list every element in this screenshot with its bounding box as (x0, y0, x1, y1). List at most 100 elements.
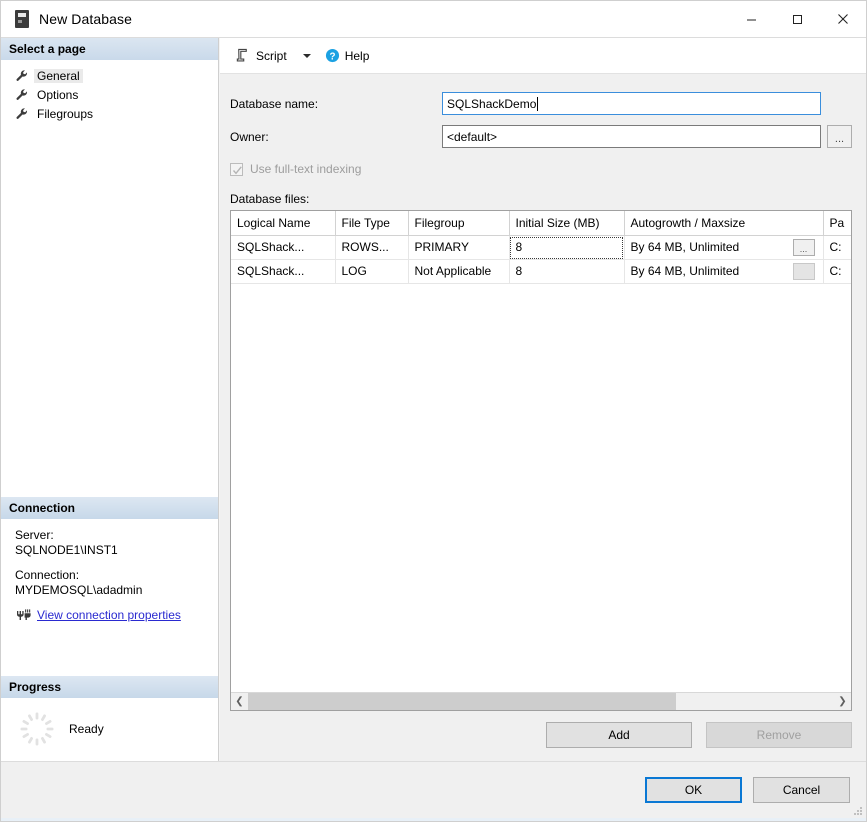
owner-input[interactable]: <default> (442, 125, 821, 148)
new-database-dialog: New Database Select a page (0, 0, 867, 822)
ok-button[interactable]: OK (645, 777, 742, 803)
help-question-icon: ? (325, 48, 340, 63)
connection-label: Connection: (15, 568, 208, 583)
maximize-icon[interactable] (774, 1, 820, 37)
column-path[interactable]: Pa (823, 211, 852, 236)
cell-initial-size[interactable]: 8 (509, 260, 624, 284)
title-bar: New Database (1, 1, 866, 37)
owner-value: <default> (447, 130, 497, 144)
chevron-down-icon (303, 54, 311, 58)
script-icon (235, 48, 250, 63)
add-button[interactable]: Add (546, 722, 692, 748)
sidebar-gap (1, 632, 218, 676)
table-row[interactable]: SQLShack... ROWS... PRIMARY 8 By 64 MB, … (231, 236, 852, 260)
sidebar-item-general[interactable]: General (1, 66, 218, 85)
server-label: Server: (15, 528, 208, 543)
sidebar-item-options[interactable]: Options (1, 85, 218, 104)
close-icon[interactable] (820, 1, 866, 37)
files-table: Logical Name File Type Filegroup Initial… (231, 211, 852, 284)
help-button[interactable]: ? Help (320, 44, 375, 68)
grid-horizontal-scrollbar[interactable]: ❮ ❯ (231, 692, 851, 710)
resize-grip-icon[interactable] (853, 805, 863, 815)
autogrowth-browse-button[interactable]: ... (793, 239, 815, 256)
sidebar-item-label: Options (34, 88, 81, 102)
column-file-type[interactable]: File Type (335, 211, 408, 236)
connection-header: Connection (1, 497, 218, 520)
help-label: Help (345, 49, 370, 63)
table-row[interactable]: SQLShack... LOG Not Applicable 8 By 64 M… (231, 260, 852, 284)
connection-info: Connection: MYDEMOSQL\adadmin (15, 568, 208, 598)
progress-header: Progress (1, 676, 218, 699)
general-page-content: Database name: SQLShackDemo Owner: <defa… (220, 74, 866, 761)
database-name-row: Database name: SQLShackDemo (230, 92, 852, 115)
progress-body: Ready (1, 699, 218, 761)
sidebar-item-label: Filegroups (34, 107, 96, 121)
remove-button: Remove (706, 722, 852, 748)
script-button[interactable]: Script (230, 44, 292, 68)
main-panel: Script ? Help Database (219, 38, 866, 761)
chevron-left-icon[interactable]: ❮ (231, 693, 248, 710)
toolbar: Script ? Help (220, 38, 866, 74)
database-server-icon (15, 10, 29, 28)
cell-path[interactable]: C: (823, 236, 852, 260)
svg-text:?: ? (329, 51, 335, 62)
cell-initial-size[interactable]: 8 (509, 236, 624, 260)
fulltext-checkbox (230, 163, 243, 176)
owner-label: Owner: (230, 130, 442, 144)
cell-file-type[interactable]: ROWS... (335, 236, 408, 260)
view-connection-properties-row[interactable]: View connection properties (15, 608, 208, 622)
window-title: New Database (39, 11, 132, 27)
sidebar-item-filegroups[interactable]: Filegroups (1, 104, 218, 123)
view-connection-properties-link[interactable]: View connection properties (37, 608, 181, 622)
cell-logical-name[interactable]: SQLShack... (231, 236, 335, 260)
scrollbar-track[interactable] (248, 693, 834, 710)
table-header-row: Logical Name File Type Filegroup Initial… (231, 211, 852, 236)
wrench-icon (15, 69, 29, 83)
column-logical-name[interactable]: Logical Name (231, 211, 335, 236)
cell-autogrowth[interactable]: By 64 MB, Unlimited ... (624, 236, 823, 260)
chevron-right-icon[interactable]: ❯ (834, 693, 851, 710)
column-initial-size[interactable]: Initial Size (MB) (509, 211, 624, 236)
fulltext-indexing-row: Use full-text indexing (230, 162, 852, 176)
wrench-icon (15, 88, 29, 102)
dialog-body: Select a page General (1, 37, 866, 761)
cell-filegroup[interactable]: Not Applicable (408, 260, 509, 284)
sidebar-item-label: General (34, 69, 83, 83)
connection-value: MYDEMOSQL\adadmin (15, 583, 208, 598)
database-files-label: Database files: (230, 192, 852, 206)
sidebar-spacer (1, 123, 218, 497)
scrollbar-thumb[interactable] (248, 693, 676, 710)
connection-plug-icon (15, 608, 31, 622)
file-actions-row: Add Remove (230, 711, 852, 761)
column-filegroup[interactable]: Filegroup (408, 211, 509, 236)
cell-autogrowth[interactable]: By 64 MB, Unlimited (624, 260, 823, 284)
database-name-label: Database name: (230, 97, 442, 111)
window-controls (728, 1, 866, 37)
cell-path[interactable]: C: (823, 260, 852, 284)
fulltext-label: Use full-text indexing (250, 162, 361, 176)
database-name-value: SQLShackDemo (447, 97, 536, 111)
owner-browse-button[interactable]: ... (827, 125, 852, 148)
script-dropdown-button[interactable] (292, 44, 320, 68)
dialog-footer: OK Cancel (1, 761, 866, 818)
server-value: SQLNODE1\INST1 (15, 543, 208, 558)
progress-spinner-icon (19, 711, 55, 747)
autogrowth-browse-button (793, 263, 815, 280)
database-name-input[interactable]: SQLShackDemo (442, 92, 821, 115)
cell-autogrowth-text: By 64 MB, Unlimited (631, 240, 740, 254)
sidebar: Select a page General (1, 38, 219, 761)
wrench-icon (15, 107, 29, 121)
cell-file-type[interactable]: LOG (335, 260, 408, 284)
column-autogrowth[interactable]: Autogrowth / Maxsize (624, 211, 823, 236)
cell-filegroup[interactable]: PRIMARY (408, 236, 509, 260)
select-page-header: Select a page (1, 38, 218, 61)
minimize-icon[interactable] (728, 1, 774, 37)
connection-body: Server: SQLNODE1\INST1 Connection: MYDEM… (1, 520, 218, 632)
cell-autogrowth-text: By 64 MB, Unlimited (631, 264, 740, 278)
grid-empty-area (231, 284, 851, 692)
cell-logical-name[interactable]: SQLShack... (231, 260, 335, 284)
page-list: General Options Fi (1, 61, 218, 123)
text-caret (537, 97, 538, 111)
script-label: Script (256, 49, 287, 63)
cancel-button[interactable]: Cancel (753, 777, 850, 803)
